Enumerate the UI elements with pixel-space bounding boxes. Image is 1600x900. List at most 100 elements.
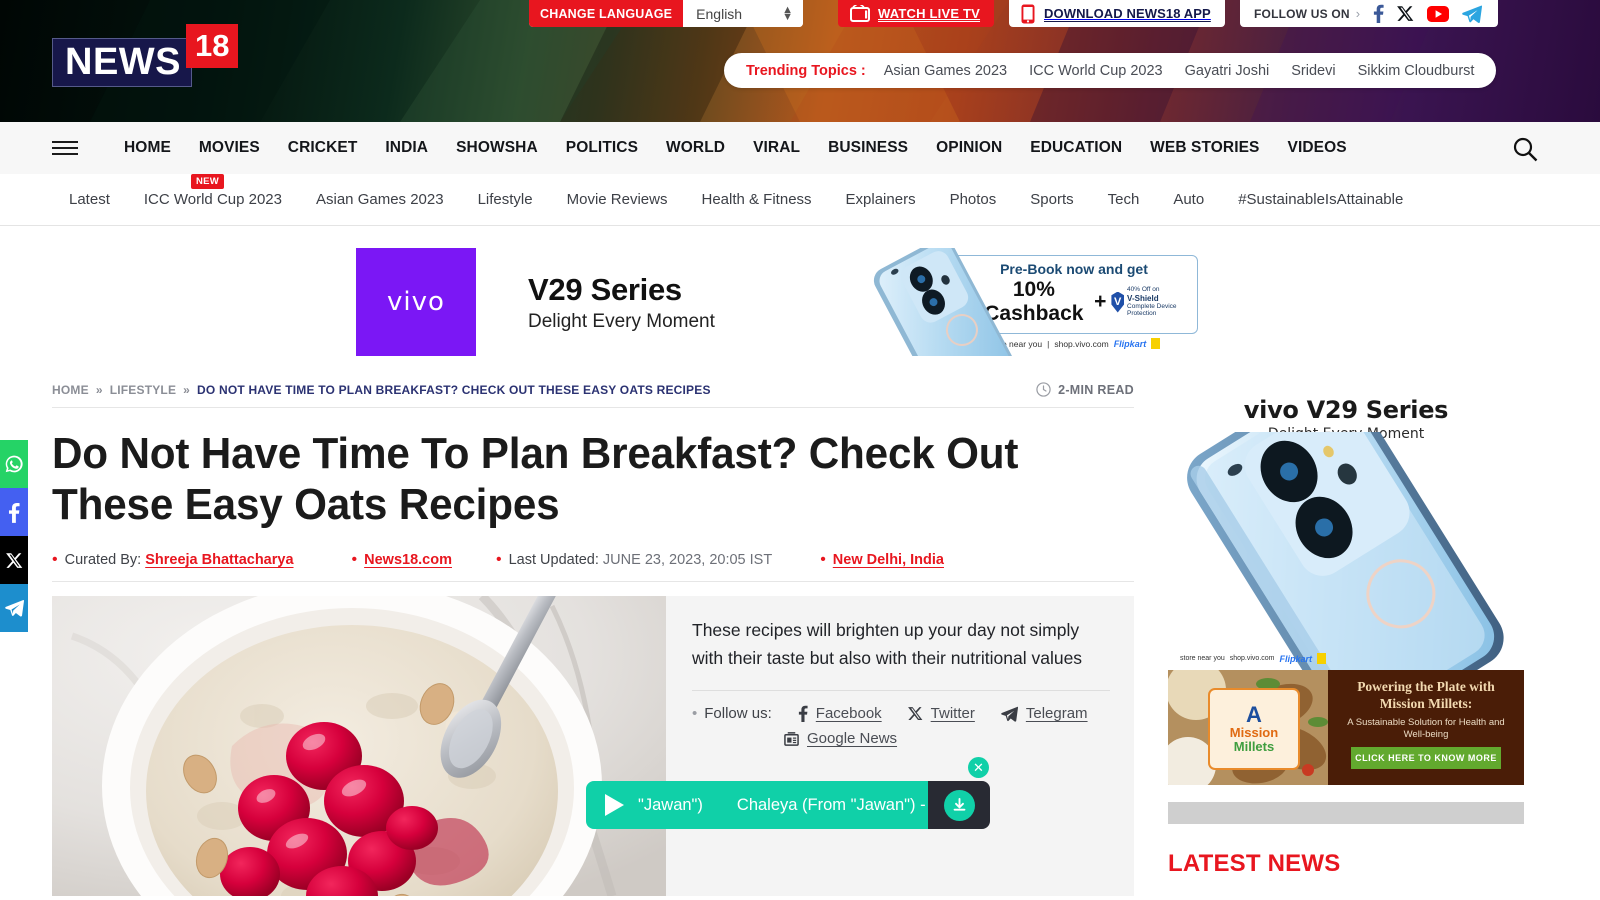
nav-item-showsha[interactable]: SHOWSHA xyxy=(442,139,552,156)
download-app-button[interactable]: DOWNLOAD NEWS18 APP xyxy=(1009,0,1225,27)
nav-item-world[interactable]: WORLD xyxy=(652,139,739,156)
chevron-right-icon: › xyxy=(1355,6,1361,21)
news18-article-page: NEWS 18 CHANGE LANGUAGE English ▲ ▼ WATCH… xyxy=(0,0,1600,900)
subnav-item-latest[interactable]: Latest xyxy=(52,191,127,208)
search-icon[interactable] xyxy=(1512,136,1538,162)
nav-item-education[interactable]: EDUCATION xyxy=(1016,139,1136,156)
hamburger-menu-icon[interactable] xyxy=(52,141,78,155)
telegram-icon xyxy=(4,599,24,617)
facebook-share-button[interactable] xyxy=(0,488,28,536)
sidebar-ad-store-line: store near you shop.vivo.com Flipkart xyxy=(1180,653,1327,664)
telegram-share-button[interactable] xyxy=(0,584,28,632)
music-player-download[interactable] xyxy=(928,781,990,829)
telegram-icon[interactable] xyxy=(1462,5,1483,23)
subnav-item-asian-games[interactable]: Asian Games 2023 xyxy=(299,191,461,208)
follow-telegram-label: Telegram xyxy=(1025,705,1088,723)
subnav-item-sustainable[interactable]: #SustainableIsAttainable xyxy=(1221,191,1420,208)
x-share-button[interactable] xyxy=(0,536,28,584)
breadcrumb-lifestyle[interactable]: LIFESTYLE xyxy=(110,383,176,397)
trending-topics-bar: Trending Topics : Asian Games 2023 ICC W… xyxy=(724,53,1497,88)
change-language-label: CHANGE LANGUAGE xyxy=(529,0,684,27)
breadcrumb-separator: » xyxy=(183,382,191,397)
trending-item[interactable]: Sridevi xyxy=(1291,63,1335,79)
flipkart-label: Flipkart xyxy=(1279,653,1313,664)
subnav-item-lifestyle[interactable]: Lifestyle xyxy=(461,191,550,208)
follow-twitter-link[interactable]: Twitter xyxy=(907,705,975,722)
sidebar-millets-ad[interactable]: A Mission Millets Powering the Plate wit… xyxy=(1168,670,1524,785)
sub-nav-list: Latest NEW ICC World Cup 2023 Asian Game… xyxy=(52,173,1420,209)
curated-by-label: Curated By: xyxy=(64,552,142,569)
store-url: shop.vivo.com xyxy=(1054,338,1109,349)
youtube-icon[interactable] xyxy=(1427,5,1450,22)
subnav-item-tech[interactable]: Tech xyxy=(1091,191,1157,208)
change-language-control[interactable]: CHANGE LANGUAGE English ▲ ▼ xyxy=(529,0,803,27)
author-link[interactable]: Shreeja Bhattacharya xyxy=(145,552,293,568)
language-select[interactable]: English ▲ ▼ xyxy=(683,0,803,27)
watch-live-tv-button[interactable]: WATCH LIVE TV xyxy=(838,0,995,27)
subnav-item-photos[interactable]: Photos xyxy=(933,191,1014,208)
nav-item-videos[interactable]: VIDEOS xyxy=(1274,139,1361,156)
subnav-item-movie-reviews[interactable]: Movie Reviews xyxy=(550,191,685,208)
sidebar-vivo-ad[interactable]: vivo V29 Series Delight Every Moment xyxy=(1168,380,1524,670)
subnav-item-icc-world-cup[interactable]: ICC World Cup 2023 xyxy=(127,191,299,208)
breadcrumb-home[interactable]: HOME xyxy=(52,383,89,397)
nav-item-web-stories[interactable]: WEB STORIES xyxy=(1136,139,1273,156)
subnav-item-sports[interactable]: Sports xyxy=(1013,191,1090,208)
nav-item-india[interactable]: INDIA xyxy=(371,139,442,156)
millets-ad-cta-button[interactable]: CLICK HERE TO KNOW MORE xyxy=(1351,747,1501,770)
source-link[interactable]: News18.com xyxy=(364,552,452,568)
page-title: Do Not Have Time To Plan Breakfast? Chec… xyxy=(52,429,1019,530)
trending-item[interactable]: Sikkim Cloudburst xyxy=(1358,63,1475,79)
watch-live-tv-label: WATCH LIVE TV xyxy=(878,6,981,21)
follow-us-label: • Follow us: xyxy=(692,705,772,722)
flipkart-icon xyxy=(1151,338,1161,349)
follow-facebook-label: Facebook xyxy=(815,705,882,723)
follow-telegram-link[interactable]: Telegram xyxy=(1001,705,1088,722)
vivo-banner-ad[interactable]: vivo V29 Series Delight Every Moment Pre… xyxy=(356,248,1212,356)
follow-google-news-link[interactable]: Google News xyxy=(784,730,897,747)
store-url: shop.vivo.com xyxy=(1229,655,1275,662)
nav-item-politics[interactable]: POLITICS xyxy=(552,139,652,156)
subnav-item-health-fitness[interactable]: Health & Fitness xyxy=(684,191,828,208)
oats-bowl-photo xyxy=(52,596,666,897)
site-header: NEWS 18 CHANGE LANGUAGE English ▲ ▼ WATCH… xyxy=(0,0,1600,122)
subnav-item-auto[interactable]: Auto xyxy=(1156,191,1221,208)
millets-ad-copy: Powering the Plate with Mission Millets:… xyxy=(1328,670,1524,785)
clock-icon xyxy=(1036,382,1051,397)
article-image xyxy=(52,596,666,897)
facebook-icon xyxy=(798,705,808,723)
play-icon[interactable] xyxy=(605,794,624,816)
nav-item-movies[interactable]: MOVIES xyxy=(185,139,274,156)
nav-item-cricket[interactable]: CRICKET xyxy=(274,139,372,156)
bullet: • xyxy=(52,551,58,569)
close-icon[interactable]: ✕ xyxy=(968,757,989,778)
follow-google-news-label: Google News xyxy=(807,730,898,748)
nav-item-opinion[interactable]: OPINION xyxy=(922,139,1016,156)
sidebar-placeholder-block xyxy=(1168,802,1524,824)
breadcrumb-separator: » xyxy=(95,382,103,397)
sidebar: vivo V29 Series Delight Every Moment xyxy=(1168,380,1524,878)
facebook-icon xyxy=(8,502,20,523)
location-link[interactable]: New Delhi, India xyxy=(833,552,944,568)
nav-item-home[interactable]: HOME xyxy=(110,139,185,156)
nav-item-business[interactable]: BUSINESS xyxy=(814,139,922,156)
trending-item[interactable]: ICC World Cup 2023 xyxy=(1029,63,1163,79)
chevron-updown-icon: ▲ ▼ xyxy=(782,4,793,23)
site-logo[interactable]: NEWS 18 xyxy=(52,24,239,87)
shield-icon xyxy=(1111,291,1125,313)
subnav-item-explainers[interactable]: Explainers xyxy=(829,191,933,208)
whatsapp-share-button[interactable] xyxy=(0,440,28,488)
follow-facebook-link[interactable]: Facebook xyxy=(798,705,882,723)
nav-item-viral[interactable]: VIRAL xyxy=(739,139,814,156)
millets-logo-a: A xyxy=(1246,702,1262,728)
trending-item[interactable]: Asian Games 2023 xyxy=(884,63,1007,79)
facebook-icon[interactable] xyxy=(1373,4,1384,23)
article-hero-row: These recipes will brighten up your day … xyxy=(52,596,1134,897)
music-player-bar[interactable]: "Jawan") Chaleya (From "Jawan") - xyxy=(586,781,928,829)
trending-item[interactable]: Gayatri Joshi xyxy=(1185,63,1270,79)
follow-row-two: Google News xyxy=(692,730,1110,747)
x-icon[interactable] xyxy=(1397,5,1414,22)
latest-news-heading: LATEST NEWS xyxy=(1168,850,1341,877)
google-news-icon xyxy=(784,732,799,746)
millets-logo-millets: Millets xyxy=(1233,739,1275,754)
